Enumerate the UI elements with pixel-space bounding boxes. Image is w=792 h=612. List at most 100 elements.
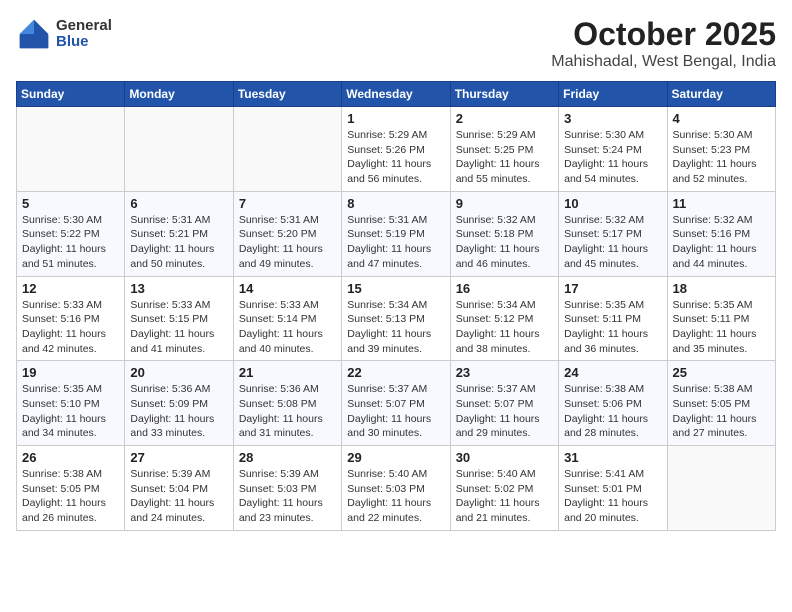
weekday-header-monday: Monday xyxy=(125,82,233,107)
day-info: Sunrise: 5:29 AM Sunset: 5:26 PM Dayligh… xyxy=(347,128,444,187)
day-number: 10 xyxy=(564,196,661,211)
day-cell: 28 Sunrise: 5:39 AM Sunset: 5:03 PM Dayli… xyxy=(233,446,341,531)
day-cell: 26Sunrise: 5:38 AM Sunset: 5:05 PM Dayli… xyxy=(17,446,125,531)
day-info: Sunrise: 5:35 AM Sunset: 5:11 PM Dayligh… xyxy=(673,298,770,357)
day-cell: 24 Sunrise: 5:38 AM Sunset: 5:06 PM Dayli… xyxy=(559,361,667,446)
day-info: Sunrise: 5:35 AM Sunset: 5:11 PM Dayligh… xyxy=(564,298,661,357)
day-number: 15 xyxy=(347,281,444,296)
day-number: 26 xyxy=(22,450,119,465)
day-cell: 13Sunrise: 5:33 AM Sunset: 5:15 PM Dayli… xyxy=(125,276,233,361)
week-row-3: 12 Sunrise: 5:33 AM Sunset: 5:16 PM Dayli… xyxy=(17,276,776,361)
day-info: Sunrise: 5:38 AM Sunset: 5:05 PM Dayligh… xyxy=(673,382,770,441)
day-cell: 7Sunrise: 5:31 AM Sunset: 5:20 PM Daylig… xyxy=(233,191,341,276)
day-number: 23 xyxy=(456,365,553,380)
day-info: Sunrise: 5:30 AM Sunset: 5:24 PM Dayligh… xyxy=(564,128,661,187)
day-number: 5 xyxy=(22,196,119,211)
day-cell: 8 Sunrise: 5:31 AM Sunset: 5:19 PM Daylig… xyxy=(342,191,450,276)
day-info: Sunrise: 5:33 AM Sunset: 5:14 PM Dayligh… xyxy=(239,298,336,357)
day-cell: 23 Sunrise: 5:37 AM Sunset: 5:07 PM Dayli… xyxy=(450,361,558,446)
day-info: Sunrise: 5:36 AM Sunset: 5:09 PM Dayligh… xyxy=(130,382,227,441)
day-number: 17 xyxy=(564,281,661,296)
day-number: 3 xyxy=(564,111,661,126)
day-number: 19 xyxy=(22,365,119,380)
day-cell: 4Sunrise: 5:30 AM Sunset: 5:23 PM Daylig… xyxy=(667,107,775,192)
week-row-1: 1 Sunrise: 5:29 AM Sunset: 5:26 PM Daylig… xyxy=(17,107,776,192)
day-info: Sunrise: 5:39 AM Sunset: 5:03 PM Dayligh… xyxy=(239,467,336,526)
day-cell: 29 Sunrise: 5:40 AM Sunset: 5:03 PM Dayli… xyxy=(342,446,450,531)
day-info: Sunrise: 5:31 AM Sunset: 5:20 PM Dayligh… xyxy=(239,213,336,272)
day-cell: 2 Sunrise: 5:29 AM Sunset: 5:25 PM Daylig… xyxy=(450,107,558,192)
day-number: 6 xyxy=(130,196,227,211)
day-info: Sunrise: 5:30 AM Sunset: 5:22 PM Dayligh… xyxy=(22,213,119,272)
day-info: Sunrise: 5:38 AM Sunset: 5:06 PM Dayligh… xyxy=(564,382,661,441)
day-info: Sunrise: 5:31 AM Sunset: 5:19 PM Dayligh… xyxy=(347,213,444,272)
day-cell: 15 Sunrise: 5:34 AM Sunset: 5:13 PM Dayli… xyxy=(342,276,450,361)
day-info: Sunrise: 5:32 AM Sunset: 5:16 PM Dayligh… xyxy=(673,213,770,272)
day-number: 31 xyxy=(564,450,661,465)
day-cell: 19Sunrise: 5:35 AM Sunset: 5:10 PM Dayli… xyxy=(17,361,125,446)
day-cell: 30Sunrise: 5:40 AM Sunset: 5:02 PM Dayli… xyxy=(450,446,558,531)
day-cell xyxy=(125,107,233,192)
weekday-header-wednesday: Wednesday xyxy=(342,82,450,107)
day-cell: 25 Sunrise: 5:38 AM Sunset: 5:05 PM Dayli… xyxy=(667,361,775,446)
day-number: 21 xyxy=(239,365,336,380)
day-number: 18 xyxy=(673,281,770,296)
weekday-header-tuesday: Tuesday xyxy=(233,82,341,107)
day-info: Sunrise: 5:33 AM Sunset: 5:15 PM Dayligh… xyxy=(130,298,227,357)
day-cell: 12 Sunrise: 5:33 AM Sunset: 5:16 PM Dayli… xyxy=(17,276,125,361)
weekday-header-row: SundayMondayTuesdayWednesdayThursdayFrid… xyxy=(17,82,776,107)
day-number: 12 xyxy=(22,281,119,296)
day-cell: 22 Sunrise: 5:37 AM Sunset: 5:07 PM Dayli… xyxy=(342,361,450,446)
day-info: Sunrise: 5:37 AM Sunset: 5:07 PM Dayligh… xyxy=(347,382,444,441)
day-info: Sunrise: 5:33 AM Sunset: 5:16 PM Dayligh… xyxy=(22,298,119,357)
day-cell: 18 Sunrise: 5:35 AM Sunset: 5:11 PM Dayli… xyxy=(667,276,775,361)
week-row-5: 26Sunrise: 5:38 AM Sunset: 5:05 PM Dayli… xyxy=(17,446,776,531)
day-number: 8 xyxy=(347,196,444,211)
day-number: 25 xyxy=(673,365,770,380)
day-info: Sunrise: 5:29 AM Sunset: 5:25 PM Dayligh… xyxy=(456,128,553,187)
title-area: October 2025 Mahishadal, West Bengal, In… xyxy=(551,16,776,71)
day-cell: 6 Sunrise: 5:31 AM Sunset: 5:21 PM Daylig… xyxy=(125,191,233,276)
logo-blue-text: Blue xyxy=(56,34,112,51)
day-number: 14 xyxy=(239,281,336,296)
day-number: 4 xyxy=(673,111,770,126)
location-title: Mahishadal, West Bengal, India xyxy=(551,53,776,71)
day-cell: 9 Sunrise: 5:32 AM Sunset: 5:18 PM Daylig… xyxy=(450,191,558,276)
day-number: 22 xyxy=(347,365,444,380)
day-cell: 17 Sunrise: 5:35 AM Sunset: 5:11 PM Dayli… xyxy=(559,276,667,361)
header: General Blue October 2025 Mahishadal, We… xyxy=(16,16,776,71)
day-number: 27 xyxy=(130,450,227,465)
day-info: Sunrise: 5:34 AM Sunset: 5:13 PM Dayligh… xyxy=(347,298,444,357)
day-info: Sunrise: 5:40 AM Sunset: 5:03 PM Dayligh… xyxy=(347,467,444,526)
week-row-4: 19Sunrise: 5:35 AM Sunset: 5:10 PM Dayli… xyxy=(17,361,776,446)
day-info: Sunrise: 5:32 AM Sunset: 5:18 PM Dayligh… xyxy=(456,213,553,272)
day-cell xyxy=(17,107,125,192)
day-cell: 14 Sunrise: 5:33 AM Sunset: 5:14 PM Dayli… xyxy=(233,276,341,361)
day-cell: 10Sunrise: 5:32 AM Sunset: 5:17 PM Dayli… xyxy=(559,191,667,276)
day-number: 1 xyxy=(347,111,444,126)
logo-icon xyxy=(16,16,52,52)
weekday-header-sunday: Sunday xyxy=(17,82,125,107)
day-number: 24 xyxy=(564,365,661,380)
day-number: 28 xyxy=(239,450,336,465)
day-info: Sunrise: 5:31 AM Sunset: 5:21 PM Dayligh… xyxy=(130,213,227,272)
day-number: 29 xyxy=(347,450,444,465)
day-info: Sunrise: 5:41 AM Sunset: 5:01 PM Dayligh… xyxy=(564,467,661,526)
weekday-header-thursday: Thursday xyxy=(450,82,558,107)
day-cell: 3 Sunrise: 5:30 AM Sunset: 5:24 PM Daylig… xyxy=(559,107,667,192)
day-info: Sunrise: 5:37 AM Sunset: 5:07 PM Dayligh… xyxy=(456,382,553,441)
day-number: 2 xyxy=(456,111,553,126)
day-cell: 27 Sunrise: 5:39 AM Sunset: 5:04 PM Dayli… xyxy=(125,446,233,531)
week-row-2: 5 Sunrise: 5:30 AM Sunset: 5:22 PM Daylig… xyxy=(17,191,776,276)
day-number: 30 xyxy=(456,450,553,465)
day-cell: 21 Sunrise: 5:36 AM Sunset: 5:08 PM Dayli… xyxy=(233,361,341,446)
day-number: 11 xyxy=(673,196,770,211)
day-number: 9 xyxy=(456,196,553,211)
logo-general-text: General xyxy=(56,18,112,35)
day-cell: 11 Sunrise: 5:32 AM Sunset: 5:16 PM Dayli… xyxy=(667,191,775,276)
day-number: 16 xyxy=(456,281,553,296)
day-info: Sunrise: 5:36 AM Sunset: 5:08 PM Dayligh… xyxy=(239,382,336,441)
day-cell: 16 Sunrise: 5:34 AM Sunset: 5:12 PM Dayli… xyxy=(450,276,558,361)
day-info: Sunrise: 5:39 AM Sunset: 5:04 PM Dayligh… xyxy=(130,467,227,526)
day-info: Sunrise: 5:34 AM Sunset: 5:12 PM Dayligh… xyxy=(456,298,553,357)
